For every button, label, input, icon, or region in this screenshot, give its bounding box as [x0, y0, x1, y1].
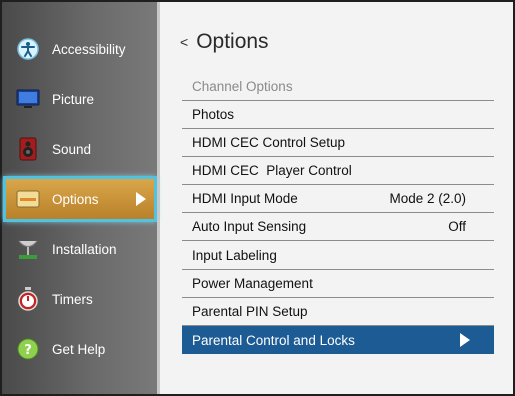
section-header-channel-options[interactable]: Channel Options — [182, 73, 494, 101]
sidebar-item-label: Options — [52, 191, 99, 207]
menu-item-parental-pin-setup[interactable]: Parental PIN Setup — [182, 298, 494, 326]
tv-settings-screen: Accessibility Picture Sound Options Inst… — [0, 0, 515, 396]
sidebar-item-label: Picture — [52, 91, 95, 107]
sidebar-item-accessibility[interactable]: Accessibility — [2, 29, 157, 69]
svg-text:?: ? — [24, 343, 32, 358]
help-icon: ? — [16, 337, 40, 361]
options-panel: < Options Channel Options Photos HDMI CEC… — [160, 2, 515, 394]
sidebar-item-options[interactable]: Options — [3, 176, 157, 222]
picture-icon — [16, 87, 40, 111]
menu-item-input-labeling[interactable]: Input Labeling — [182, 242, 494, 270]
page-title: < Options — [180, 30, 269, 54]
menu-item-value: Off — [448, 219, 466, 234]
menu-item-label: Photos — [192, 107, 235, 122]
chevron-right-icon — [136, 192, 146, 206]
stopwatch-icon — [16, 287, 40, 311]
satellite-dish-icon — [16, 237, 40, 261]
sidebar-item-installation[interactable]: Installation — [2, 229, 157, 269]
accessibility-icon — [16, 37, 40, 61]
menu-item-label: Parental Control and Locks — [192, 332, 355, 348]
sidebar-item-get-help[interactable]: ? Get Help — [2, 329, 157, 369]
sidebar-item-picture[interactable]: Picture — [2, 79, 157, 119]
sidebar: Accessibility Picture Sound Options Inst… — [2, 2, 157, 394]
page-title-text: Options — [196, 30, 269, 53]
menu-item-label: HDMI CEC Control Setup — [192, 135, 346, 150]
back-arrow-icon[interactable]: < — [180, 34, 188, 50]
sidebar-item-label: Installation — [52, 241, 117, 257]
options-icon — [16, 187, 40, 211]
sidebar-item-label: Accessibility — [52, 41, 126, 57]
sidebar-item-sound[interactable]: Sound — [2, 129, 157, 169]
sidebar-item-timers[interactable]: Timers — [2, 279, 157, 319]
sidebar-item-label: Timers — [52, 291, 93, 307]
chevron-right-icon — [460, 333, 470, 347]
menu-item-label: Power Management — [192, 276, 313, 291]
speaker-icon — [16, 137, 40, 161]
menu-item-label: Auto Input Sensing — [192, 219, 307, 234]
menu-item-label: HDMI CEC Player Control — [192, 163, 352, 178]
menu-item-hdmi-cec-control-setup[interactable]: HDMI CEC Control Setup — [182, 129, 494, 157]
menu-item-label: HDMI Input Mode — [192, 191, 298, 206]
menu-item-parental-control-and-locks[interactable]: Parental Control and Locks — [182, 326, 494, 354]
menu-item-hdmi-input-mode[interactable]: HDMI Input Mode Mode 2 (2.0) — [182, 185, 494, 213]
sidebar-item-label: Get Help — [52, 341, 106, 357]
menu-item-auto-input-sensing[interactable]: Auto Input Sensing Off — [182, 213, 494, 241]
menu-item-value: Mode 2 (2.0) — [389, 191, 466, 206]
menu-item-photos[interactable]: Photos — [182, 101, 494, 129]
menu-item-label: Parental PIN Setup — [192, 304, 308, 319]
menu-item-power-management[interactable]: Power Management — [182, 270, 494, 298]
menu-item-label: Input Labeling — [192, 248, 277, 263]
menu-item-hdmi-cec-player-control[interactable]: HDMI CEC Player Control — [182, 157, 494, 185]
section-header-label: Channel Options — [192, 79, 293, 94]
sidebar-item-label: Sound — [52, 141, 92, 157]
